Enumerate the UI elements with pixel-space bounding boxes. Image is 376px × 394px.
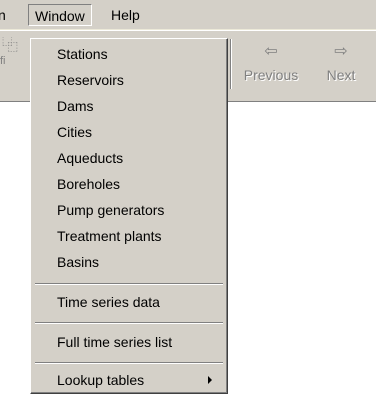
menu-separator <box>35 362 223 364</box>
menu-help[interactable]: Help <box>105 4 146 26</box>
menu-item-full-time-series-list[interactable]: Full time series list <box>32 329 226 355</box>
previous-button[interactable]: ⇦ Previous <box>240 39 302 95</box>
partial-tool-label: fi <box>0 55 6 67</box>
toolbar-separator <box>230 39 232 89</box>
menu-item-cities[interactable]: Cities <box>32 119 226 145</box>
arrow-right-icon: ⇨ <box>334 43 348 60</box>
menu-item-lookup-tables[interactable]: Lookup tables <box>32 367 226 393</box>
partial-tool-icon: ⿻ <box>2 37 19 54</box>
menu-item-dams[interactable]: Dams <box>32 93 226 119</box>
previous-label: Previous <box>243 67 299 83</box>
submenu-arrow-icon <box>208 376 212 384</box>
menu-window[interactable]: Window <box>28 4 92 26</box>
window-menu-dropdown: Stations Reservoirs Dams Cities Aqueduct… <box>30 38 228 394</box>
next-label: Next <box>326 67 356 83</box>
menu-separator <box>35 283 223 285</box>
partial-toolbar-button[interactable]: ⿻ fi <box>0 37 22 81</box>
menu-item-boreholes[interactable]: Boreholes <box>32 171 226 197</box>
menu-item-reservoirs[interactable]: Reservoirs <box>32 67 226 93</box>
menu-item-pump-generators[interactable]: Pump generators <box>32 197 226 223</box>
menu-item-label: Lookup tables <box>57 372 145 388</box>
menu-item-treatment-plants[interactable]: Treatment plants <box>32 223 226 249</box>
next-button[interactable]: ⇨ Next <box>318 39 364 95</box>
menu-item-basins[interactable]: Basins <box>32 249 226 275</box>
menu-item-time-series-data[interactable]: Time series data <box>32 289 226 315</box>
menu-item-aqueducts[interactable]: Aqueducts <box>32 145 226 171</box>
arrow-left-icon: ⇦ <box>264 43 278 60</box>
menu-partial-item[interactable]: n <box>0 4 6 26</box>
menu-bar: n Window Help <box>0 0 376 30</box>
menu-item-stations[interactable]: Stations <box>32 41 226 67</box>
menu-separator <box>35 322 223 324</box>
